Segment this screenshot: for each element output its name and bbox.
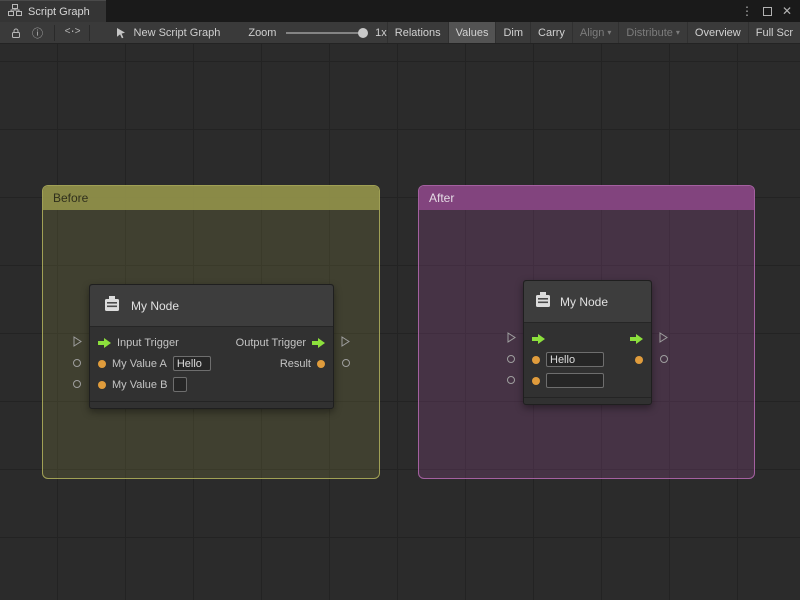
port-row: My Value A Result bbox=[90, 353, 333, 374]
group-before-header[interactable]: Before bbox=[43, 186, 379, 210]
value-output-marker-icon bbox=[342, 358, 350, 367]
maximize-icon[interactable] bbox=[763, 7, 772, 16]
port-row bbox=[524, 328, 651, 349]
node-footer bbox=[90, 401, 333, 408]
info-icon[interactable]: ⓘ bbox=[27, 22, 49, 44]
node-header[interactable]: My Node bbox=[90, 285, 333, 327]
graph-canvas[interactable]: Before bbox=[0, 44, 800, 600]
port-row: My Value B bbox=[90, 374, 333, 395]
value-port-icon[interactable] bbox=[635, 356, 643, 364]
port-row bbox=[524, 349, 651, 370]
fullscreen-button[interactable]: Full Scr bbox=[748, 22, 800, 44]
port-label: Input Trigger bbox=[117, 337, 179, 349]
chevron-down-icon: ▾ bbox=[607, 28, 611, 37]
value-output-marker-icon bbox=[660, 354, 668, 363]
tab-title: Script Graph bbox=[28, 6, 90, 18]
toolbar-separator bbox=[89, 25, 90, 41]
flow-port-icon[interactable] bbox=[630, 334, 643, 344]
kebab-menu-icon[interactable]: ⋮ bbox=[741, 4, 753, 18]
graph-pointer-icon[interactable] bbox=[110, 22, 132, 44]
tab-script-graph[interactable]: Script Graph bbox=[0, 0, 106, 22]
align-label: Align bbox=[580, 27, 604, 39]
relations-button[interactable]: Relations bbox=[387, 22, 448, 44]
port-label: My Value B bbox=[112, 379, 167, 391]
distribute-button[interactable]: Distribute ▾ bbox=[618, 22, 686, 44]
node-icon bbox=[102, 294, 122, 317]
node-header[interactable]: My Node bbox=[524, 281, 651, 323]
value-input-marker-icon bbox=[73, 379, 81, 388]
port-row: Input Trigger Output Trigger bbox=[90, 332, 333, 353]
value-input-marker-icon bbox=[73, 358, 81, 367]
align-button[interactable]: Align ▾ bbox=[572, 22, 618, 44]
script-graph-icon bbox=[8, 4, 22, 19]
tab-bar: Script Graph ⋮ ✕ bbox=[0, 0, 800, 22]
port-label: My Value A bbox=[112, 358, 167, 370]
node-footer bbox=[524, 397, 651, 404]
distribute-label: Distribute bbox=[626, 27, 672, 39]
group-title: Before bbox=[53, 191, 88, 205]
flow-port-icon[interactable] bbox=[98, 338, 111, 348]
port-label: Output Trigger bbox=[236, 337, 306, 349]
value-port-icon[interactable] bbox=[532, 356, 540, 364]
node-ports: Input Trigger Output Trigger My Value A … bbox=[90, 327, 333, 401]
flow-output-marker-icon bbox=[341, 336, 350, 347]
port-label: Result bbox=[280, 358, 311, 370]
toolbar: ⓘ <·> New Script Graph Zoom 1x Relations… bbox=[0, 22, 800, 44]
flow-port-icon[interactable] bbox=[312, 338, 325, 348]
zoom-value: 1x bbox=[375, 27, 387, 39]
group-before[interactable]: Before bbox=[42, 185, 380, 479]
node-my-node-after[interactable]: My Node bbox=[523, 280, 652, 405]
chevron-down-icon: ▾ bbox=[676, 28, 680, 37]
code-icon[interactable]: <·> bbox=[61, 22, 83, 44]
values-button[interactable]: Values bbox=[448, 22, 496, 44]
group-after-header[interactable]: After bbox=[419, 186, 754, 210]
my-value-b-field[interactable] bbox=[173, 377, 187, 392]
flow-input-marker-icon bbox=[507, 332, 516, 343]
value-port-icon[interactable] bbox=[532, 377, 540, 385]
graph-name[interactable]: New Script Graph bbox=[134, 27, 221, 39]
toolbar-separator bbox=[54, 25, 55, 41]
node-ports bbox=[524, 323, 651, 397]
group-title: After bbox=[429, 191, 454, 205]
node-my-node-before[interactable]: My Node Input Trigger Output Trigger bbox=[89, 284, 334, 409]
zoom-slider-knob[interactable] bbox=[358, 28, 368, 38]
dim-button[interactable]: Dim bbox=[495, 22, 530, 44]
my-value-a-field[interactable] bbox=[173, 356, 211, 371]
zoom-slider[interactable] bbox=[286, 32, 365, 34]
close-icon[interactable]: ✕ bbox=[782, 4, 792, 18]
node-title: My Node bbox=[131, 299, 179, 313]
flow-output-marker-icon bbox=[659, 332, 668, 343]
flow-input-marker-icon bbox=[73, 336, 82, 347]
toolbar-buttons: Relations Values Dim Carry Align ▾ Distr… bbox=[387, 22, 800, 44]
my-value-b-field[interactable] bbox=[546, 373, 604, 388]
my-value-a-field[interactable] bbox=[546, 352, 604, 367]
value-input-marker-icon bbox=[507, 354, 515, 363]
node-icon bbox=[533, 290, 553, 313]
window-controls: ⋮ ✕ bbox=[741, 0, 800, 22]
overview-button[interactable]: Overview bbox=[687, 22, 748, 44]
value-port-icon[interactable] bbox=[98, 360, 106, 368]
group-after[interactable]: After My Node bbox=[418, 185, 755, 479]
flow-port-icon[interactable] bbox=[532, 334, 545, 344]
lock-icon[interactable] bbox=[5, 22, 27, 44]
zoom-label: Zoom bbox=[248, 27, 276, 39]
value-port-icon[interactable] bbox=[317, 360, 325, 368]
value-port-icon[interactable] bbox=[98, 381, 106, 389]
node-title: My Node bbox=[560, 295, 608, 309]
port-row bbox=[524, 370, 651, 391]
value-input-marker-icon bbox=[507, 375, 515, 384]
carry-button[interactable]: Carry bbox=[530, 22, 572, 44]
